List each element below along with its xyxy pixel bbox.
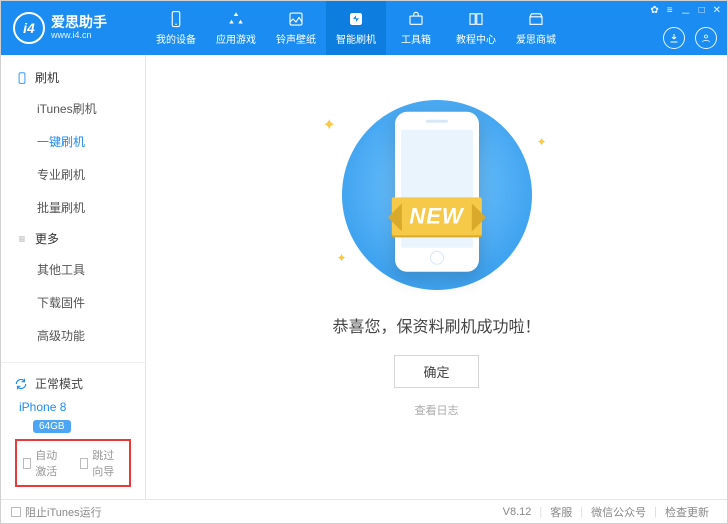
logo-text: 爱思助手 www.i4.cn — [51, 15, 107, 40]
sidebar-item-download-firmware[interactable]: 下载固件 — [1, 286, 145, 319]
check-block-itunes[interactable]: 阻止iTunes运行 — [11, 504, 102, 520]
group-more[interactable]: ≡ 更多 — [1, 224, 145, 253]
bottom-checks-highlight: 自动激活 跳过向导 — [15, 439, 131, 487]
skin-icon[interactable]: ✿ — [650, 5, 658, 20]
apps-icon — [227, 10, 245, 28]
tab-label: 爱思商城 — [516, 31, 556, 46]
success-illustration: NEW ✦ ✦ ✦ — [297, 95, 577, 295]
group-flash[interactable]: 刷机 — [1, 63, 145, 92]
check-label: 自动激活 — [35, 447, 66, 479]
close-icon[interactable]: ✕ — [713, 5, 721, 20]
logo-icon: i4 — [13, 12, 45, 44]
menu-icon[interactable]: ≡ — [667, 5, 673, 20]
sparkle-icon: ✦ — [536, 135, 546, 149]
update-link[interactable]: 检查更新 — [657, 504, 717, 520]
checkbox-icon — [80, 458, 88, 469]
sidebar-item-advanced[interactable]: 高级功能 — [1, 319, 145, 352]
device-name: iPhone 8 — [19, 400, 66, 414]
app-window: i4 爱思助手 www.i4.cn 我的设备 应用游戏 铃声壁纸 智能刷机 — [0, 0, 728, 524]
check-label: 阻止iTunes运行 — [25, 504, 102, 520]
sidebar-bottom: 正常模式 iPhone 8 64GB 自动激活 跳过向导 — [1, 362, 145, 499]
app-title: 爱思助手 — [51, 15, 107, 30]
mode-label: 正常模式 — [35, 375, 83, 392]
sparkle-icon: ✦ — [323, 115, 336, 135]
group-title: 更多 — [35, 230, 59, 247]
wallpaper-icon — [287, 10, 305, 28]
tab-flash[interactable]: 智能刷机 — [326, 1, 386, 55]
tab-toolbox[interactable]: 工具箱 — [386, 1, 446, 55]
ok-button[interactable]: 确定 — [394, 355, 478, 388]
logo-area: i4 爱思助手 www.i4.cn — [1, 12, 146, 44]
storage-badge: 64GB — [33, 420, 71, 433]
sidebar-item-itunes-flash[interactable]: iTunes刷机 — [1, 92, 145, 125]
header-right — [663, 27, 717, 49]
success-message: 恭喜您，保资料刷机成功啦！ — [332, 313, 540, 337]
user-button[interactable] — [695, 27, 717, 49]
phone-graphic — [395, 112, 479, 272]
sidebar: 刷机 iTunes刷机 一键刷机 专业刷机 批量刷机 ≡ 更多 其他工具 下载固… — [1, 55, 146, 499]
tab-label: 工具箱 — [401, 31, 431, 46]
maximize-icon[interactable]: □ — [699, 5, 705, 20]
store-icon — [527, 10, 545, 28]
header-bar: i4 爱思助手 www.i4.cn 我的设备 应用游戏 铃声壁纸 智能刷机 — [1, 1, 727, 55]
window-controls: ✿ ≡ － □ ✕ — [650, 5, 721, 20]
wechat-link[interactable]: 微信公众号 — [583, 504, 654, 520]
tab-tutorial[interactable]: 教程中心 — [446, 1, 506, 55]
group-title: 刷机 — [35, 69, 59, 86]
sidebar-item-oneclick-flash[interactable]: 一键刷机 — [1, 125, 145, 158]
check-label: 跳过向导 — [92, 447, 123, 479]
sidebar-item-pro-flash[interactable]: 专业刷机 — [1, 158, 145, 191]
check-auto-activate[interactable]: 自动激活 — [23, 447, 66, 479]
check-skip-guide[interactable]: 跳过向导 — [80, 447, 123, 479]
flash-icon — [347, 10, 365, 28]
book-icon — [467, 10, 485, 28]
download-button[interactable] — [663, 27, 685, 49]
main-content: NEW ✦ ✦ ✦ 恭喜您，保资料刷机成功啦！ 确定 查看日志 — [146, 55, 727, 499]
view-log-link[interactable]: 查看日志 — [415, 402, 459, 418]
sidebar-scroll: 刷机 iTunes刷机 一键刷机 专业刷机 批量刷机 ≡ 更多 其他工具 下载固… — [1, 55, 145, 362]
device-row[interactable]: iPhone 8 — [11, 396, 135, 418]
tab-my-device[interactable]: 我的设备 — [146, 1, 206, 55]
tab-store[interactable]: 爱思商城 — [506, 1, 566, 55]
checkbox-icon — [11, 507, 21, 517]
phone-icon — [167, 10, 185, 28]
phone-outline-icon — [15, 71, 29, 85]
toolbox-icon — [407, 10, 425, 28]
body: 刷机 iTunes刷机 一键刷机 专业刷机 批量刷机 ≡ 更多 其他工具 下载固… — [1, 55, 727, 499]
checkbox-icon — [23, 458, 31, 469]
tab-label: 铃声壁纸 — [276, 31, 316, 46]
tab-label: 教程中心 — [456, 31, 496, 46]
version-label: V8.12 — [495, 506, 540, 518]
mode-row[interactable]: 正常模式 — [11, 371, 135, 396]
list-icon: ≡ — [15, 232, 29, 246]
ribbon: NEW — [391, 197, 481, 235]
footer-bar: 阻止iTunes运行 V8.12 | 客服 | 微信公众号 | 检查更新 — [1, 499, 727, 523]
new-banner: NEW — [391, 197, 481, 235]
sparkle-icon: ✦ — [337, 251, 347, 265]
tab-apps[interactable]: 应用游戏 — [206, 1, 266, 55]
support-link[interactable]: 客服 — [542, 504, 580, 520]
sidebar-item-batch-flash[interactable]: 批量刷机 — [1, 191, 145, 224]
minimize-icon[interactable]: － — [681, 5, 691, 20]
app-subtitle: www.i4.cn — [51, 31, 107, 41]
refresh-icon — [13, 376, 29, 392]
top-tabs: 我的设备 应用游戏 铃声壁纸 智能刷机 工具箱 教程中心 — [146, 1, 566, 55]
tab-ringtones[interactable]: 铃声壁纸 — [266, 1, 326, 55]
tab-label: 应用游戏 — [216, 31, 256, 46]
tab-label: 智能刷机 — [336, 31, 376, 46]
tab-label: 我的设备 — [156, 31, 196, 46]
sidebar-item-other-tools[interactable]: 其他工具 — [1, 253, 145, 286]
